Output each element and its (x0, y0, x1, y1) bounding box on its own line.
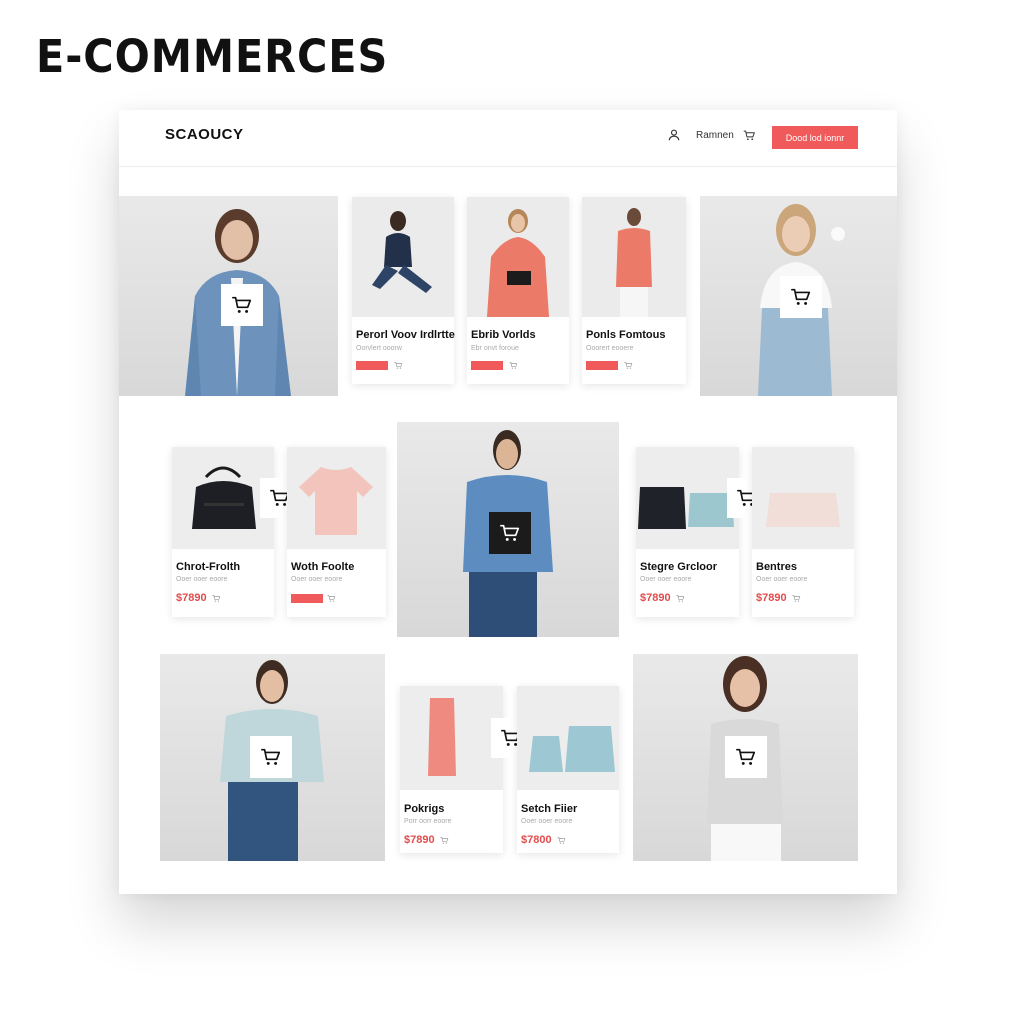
product-image (467, 197, 569, 317)
photo-tank-top[interactable] (633, 654, 858, 861)
product-image (636, 447, 739, 549)
product-subtitle: Ooer ooer eoore (521, 818, 573, 825)
product-subtitle: Porr oorr eoore (404, 818, 452, 825)
price-tag (356, 361, 388, 370)
cart-icon[interactable] (440, 836, 449, 845)
page-heading: E-COMMERCES (36, 30, 389, 83)
product-card[interactable]: Setch Fiier Ooer ooer eoore $7800 (517, 686, 619, 853)
account-link[interactable]: Ramnen (696, 130, 734, 141)
add-to-cart-button[interactable] (250, 736, 292, 778)
price-tag (291, 594, 323, 603)
add-to-cart-button[interactable] (221, 284, 263, 326)
product-image (172, 447, 274, 549)
cart-icon[interactable] (676, 594, 685, 603)
brand-logo[interactable]: SCAOUCY (165, 126, 244, 143)
product-subtitle: Ooer ooer eoore (640, 576, 692, 583)
product-card[interactable]: Pokrigs Porr oorr eoore $7890 (400, 686, 503, 853)
storefront-mockup: SCAOUCY Ramnen Dood lod ionnr Perorl Voo… (119, 110, 897, 894)
cart-icon[interactable] (327, 594, 336, 603)
product-image (517, 686, 619, 790)
product-title[interactable]: Ebrib Vorlds (471, 329, 536, 341)
product-card[interactable]: Chrot-Frolth Ooer ooer eoore $7890 (172, 447, 274, 617)
add-to-cart-button[interactable] (725, 736, 767, 778)
cart-icon[interactable] (509, 361, 518, 370)
hero-photo-denim-jacket[interactable] (119, 196, 338, 396)
product-image (400, 686, 503, 790)
product-subtitle: Ooer ooer eoore (756, 576, 808, 583)
product-title[interactable]: Bentres (756, 561, 797, 573)
product-price: $7890 (176, 592, 207, 604)
product-image (582, 197, 686, 317)
cart-icon (231, 294, 253, 316)
feature-photo-denim-shirt[interactable] (397, 422, 619, 637)
photo-light-tee[interactable] (160, 654, 385, 861)
product-subtitle: Ebr onvt foroue (471, 345, 519, 352)
product-title[interactable]: Ponls Fomtous (586, 329, 665, 341)
user-icon[interactable] (667, 128, 681, 142)
product-title[interactable]: Setch Fiier (521, 803, 577, 815)
product-image (352, 197, 454, 317)
product-image (287, 447, 386, 549)
product-subtitle: Ooer ooer eoore (176, 576, 228, 583)
cart-icon[interactable] (743, 129, 756, 142)
product-price: $7800 (521, 834, 552, 846)
product-card[interactable]: Woth Foolte Ooer ooer eoore (287, 447, 386, 617)
add-to-cart-button[interactable] (780, 276, 822, 318)
product-image (752, 447, 854, 549)
product-title[interactable]: Perorl Voov Irdlrtte (356, 329, 455, 341)
cart-icon (790, 286, 812, 308)
cart-icon[interactable] (394, 361, 403, 370)
cart-icon (735, 746, 757, 768)
cart-icon[interactable] (624, 361, 633, 370)
product-subtitle: Ooorert eooere (586, 345, 634, 352)
product-price: $7890 (404, 834, 435, 846)
add-to-cart-button[interactable] (489, 512, 531, 554)
product-title[interactable]: Chrot-Frolth (176, 561, 240, 573)
cart-icon[interactable] (212, 594, 221, 603)
product-card[interactable]: Perorl Voov Irdlrtte Oorvlert ooorw (352, 197, 455, 384)
cart-icon (260, 746, 282, 768)
product-card[interactable]: Stegre Grcloor Ooer ooer eoore $7890 (636, 447, 739, 617)
price-tag (586, 361, 618, 370)
top-navigation-bar: SCAOUCY Ramnen Dood lod ionnr (119, 110, 897, 167)
hero-photo-white-tee[interactable] (700, 196, 897, 396)
product-subtitle: Oorvlert ooorw (356, 345, 402, 352)
price-tag (471, 361, 503, 370)
product-card[interactable]: Ebrib Vorlds Ebr onvt foroue (467, 197, 569, 384)
product-title[interactable]: Stegre Grcloor (640, 561, 717, 573)
cart-icon[interactable] (792, 594, 801, 603)
product-card[interactable]: Bentres Ooer ooer eoore $7890 (752, 447, 854, 617)
product-subtitle: Ooer ooer eoore (291, 576, 343, 583)
product-card[interactable]: Ponls Fomtous Ooorert eooere (582, 197, 686, 384)
product-title[interactable]: Pokrigs (404, 803, 444, 815)
product-price: $7890 (640, 592, 671, 604)
product-price: $7890 (756, 592, 787, 604)
product-title[interactable]: Woth Foolte (291, 561, 354, 573)
cart-icon[interactable] (557, 836, 566, 845)
header-cta-button[interactable]: Dood lod ionnr (772, 126, 858, 149)
cart-icon (499, 522, 521, 544)
